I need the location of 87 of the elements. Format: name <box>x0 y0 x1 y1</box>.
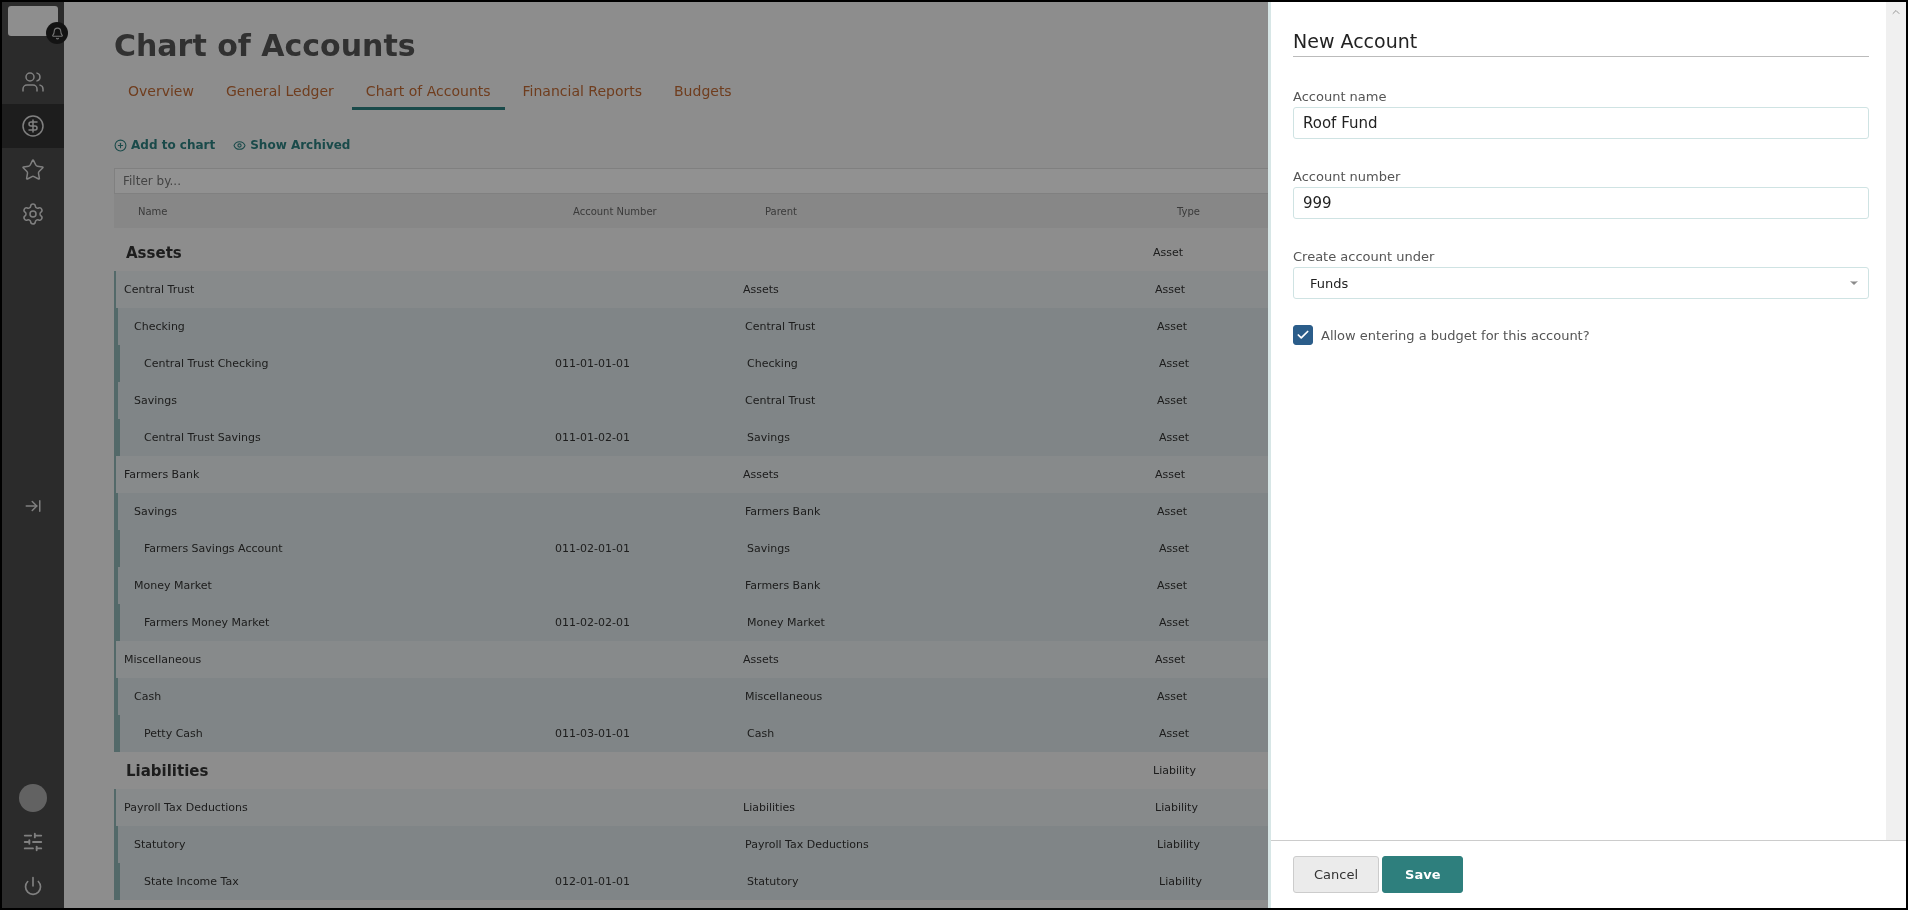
number-cell: 011-02-01-01 <box>555 542 630 555</box>
name-cell-text: Savings <box>133 394 177 407</box>
bell-icon[interactable] <box>46 22 68 44</box>
name-cell-text: Petty Cash <box>143 727 203 740</box>
parent-cell: Central Trust <box>745 394 816 407</box>
column-header[interactable]: Account Number <box>573 205 765 217</box>
parent-cell: Statutory <box>747 875 799 888</box>
number-cell: 011-03-01-01 <box>555 727 630 740</box>
type-cell: Liability <box>1153 764 1196 777</box>
check-icon <box>1296 328 1310 342</box>
name-cell-text: Assets <box>125 243 182 262</box>
type-cell: Asset <box>1159 431 1190 444</box>
parent-cell: Savings <box>747 431 790 444</box>
name-cell-text: Farmers Money Market <box>143 616 270 629</box>
name-cell-text: Savings <box>133 505 177 518</box>
name-cell-text: Checking <box>133 320 185 333</box>
type-cell: Liability <box>1155 801 1198 814</box>
name-cell-text: Farmers Savings Account <box>143 542 283 555</box>
parent-cell: Farmers Bank <box>745 579 821 592</box>
tab[interactable]: Overview <box>114 75 208 110</box>
field-label: Account number <box>1293 169 1402 184</box>
drawer-title: New Account <box>1293 30 1869 57</box>
plus-icon <box>114 138 127 152</box>
parent-cell: Farmers Bank <box>745 505 821 518</box>
type-cell: Asset <box>1159 542 1190 555</box>
name-cell-text: Central Trust <box>123 283 195 296</box>
checkbox[interactable] <box>1293 325 1313 345</box>
number-cell: 011-01-02-01 <box>555 431 630 444</box>
type-cell: Asset <box>1159 616 1190 629</box>
type-cell: Asset <box>1159 727 1190 740</box>
type-cell: Liability <box>1159 875 1202 888</box>
type-cell: Asset <box>1155 653 1186 666</box>
field-label: Account name <box>1293 89 1388 104</box>
parent-cell: Money Market <box>747 616 825 629</box>
parent-cell: Payroll Tax Deductions <box>745 838 869 851</box>
parent-cell: Assets <box>743 283 779 296</box>
name-cell-text: Payroll Tax Deductions <box>123 801 248 814</box>
parent-cell: Liabilities <box>743 801 795 814</box>
save-button[interactable]: Save <box>1382 856 1464 893</box>
avatar[interactable] <box>19 784 47 812</box>
name-cell-text: Farmers Bank <box>123 468 200 481</box>
column-header[interactable]: Name <box>138 205 573 217</box>
select-field[interactable]: Funds <box>1293 267 1869 299</box>
type-cell: Asset <box>1157 505 1188 518</box>
number-cell: 012-01-01-01 <box>555 875 630 888</box>
number-cell: 011-02-02-01 <box>555 616 630 629</box>
tab[interactable]: Chart of Accounts <box>351 75 505 110</box>
checkbox-label: Allow entering a budget for this account? <box>1321 327 1590 343</box>
input-field[interactable]: Roof Fund <box>1293 107 1869 139</box>
parent-cell: Assets <box>743 468 779 481</box>
tab[interactable]: General Ledger <box>211 75 348 110</box>
type-cell: Asset <box>1157 394 1188 407</box>
parent-cell: Miscellaneous <box>745 690 823 703</box>
name-cell-text: Statutory <box>133 838 186 851</box>
parent-cell: Cash <box>747 727 775 740</box>
name-cell-text: Money Market <box>133 579 212 592</box>
type-cell: Asset <box>1159 357 1190 370</box>
show-archived-link[interactable]: Show Archived <box>233 138 351 152</box>
input-field[interactable]: 999 <box>1293 187 1869 219</box>
field-label: Create account under <box>1293 249 1436 264</box>
add-link[interactable]: Add to chart <box>114 138 216 152</box>
parent-cell: Assets <box>743 653 779 666</box>
name-cell-text: Liabilities <box>125 761 209 780</box>
name-cell-text: State Income Tax <box>143 875 239 888</box>
page-title: Chart of Accounts <box>114 28 416 63</box>
column-header[interactable]: Parent <box>765 205 1177 217</box>
type-cell: Asset <box>1155 283 1186 296</box>
parent-cell: Savings <box>747 542 790 555</box>
tab[interactable]: Financial Reports <box>508 75 656 110</box>
dollar-icon[interactable] <box>2 104 64 148</box>
cancel-button[interactable]: Cancel <box>1293 856 1380 893</box>
eye-icon <box>233 138 247 152</box>
parent-cell: Central Trust <box>745 320 816 333</box>
parent-cell: Checking <box>747 357 798 370</box>
number-cell: 011-01-01-01 <box>555 357 630 370</box>
type-cell: Asset <box>1153 246 1184 259</box>
type-cell: Asset <box>1157 320 1188 333</box>
name-cell-text: Central Trust Savings <box>143 431 261 444</box>
type-cell: Asset <box>1157 690 1188 703</box>
tab[interactable]: Budgets <box>660 75 746 110</box>
type-cell: Liability <box>1157 838 1200 851</box>
type-cell: Asset <box>1157 579 1188 592</box>
name-cell-text: Cash <box>133 690 162 703</box>
name-cell-text: Miscellaneous <box>123 653 202 666</box>
scrollbar[interactable] <box>1886 2 1906 840</box>
name-cell-text: Central Trust Checking <box>143 357 269 370</box>
type-cell: Asset <box>1155 468 1186 481</box>
